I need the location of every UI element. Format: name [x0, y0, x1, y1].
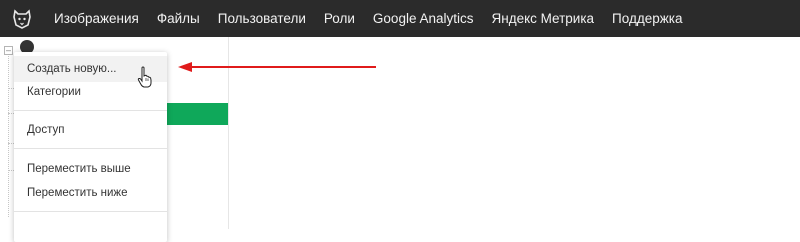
- bear-logo-icon[interactable]: [10, 7, 34, 31]
- hand-cursor-icon: [137, 66, 152, 88]
- menu-item-access[interactable]: Доступ: [14, 117, 167, 143]
- nav-item-images[interactable]: Изображения: [54, 11, 139, 26]
- nav-item-users[interactable]: Пользователи: [218, 11, 306, 26]
- menu-item-move-up[interactable]: Переместить выше: [14, 156, 167, 182]
- top-nav-bar: Изображения Файлы Пользователи Роли Goog…: [0, 0, 800, 37]
- menu-separator: [14, 148, 167, 149]
- nav-item-support[interactable]: Поддержка: [612, 11, 682, 26]
- nav-item-files[interactable]: Файлы: [157, 11, 200, 26]
- tree-collapse-toggle[interactable]: –: [4, 46, 13, 55]
- menu-separator: [14, 211, 167, 212]
- selected-tree-node-highlight[interactable]: [166, 103, 228, 125]
- nav-item-yandex-metrika[interactable]: Яндекс Метрика: [491, 11, 594, 26]
- nav-item-roles[interactable]: Роли: [324, 11, 355, 26]
- tree-connector-line: [8, 47, 9, 217]
- nav-item-google-analytics[interactable]: Google Analytics: [373, 11, 474, 26]
- menu-item-move-down[interactable]: Переместить ниже: [14, 180, 167, 206]
- menu-separator: [14, 110, 167, 111]
